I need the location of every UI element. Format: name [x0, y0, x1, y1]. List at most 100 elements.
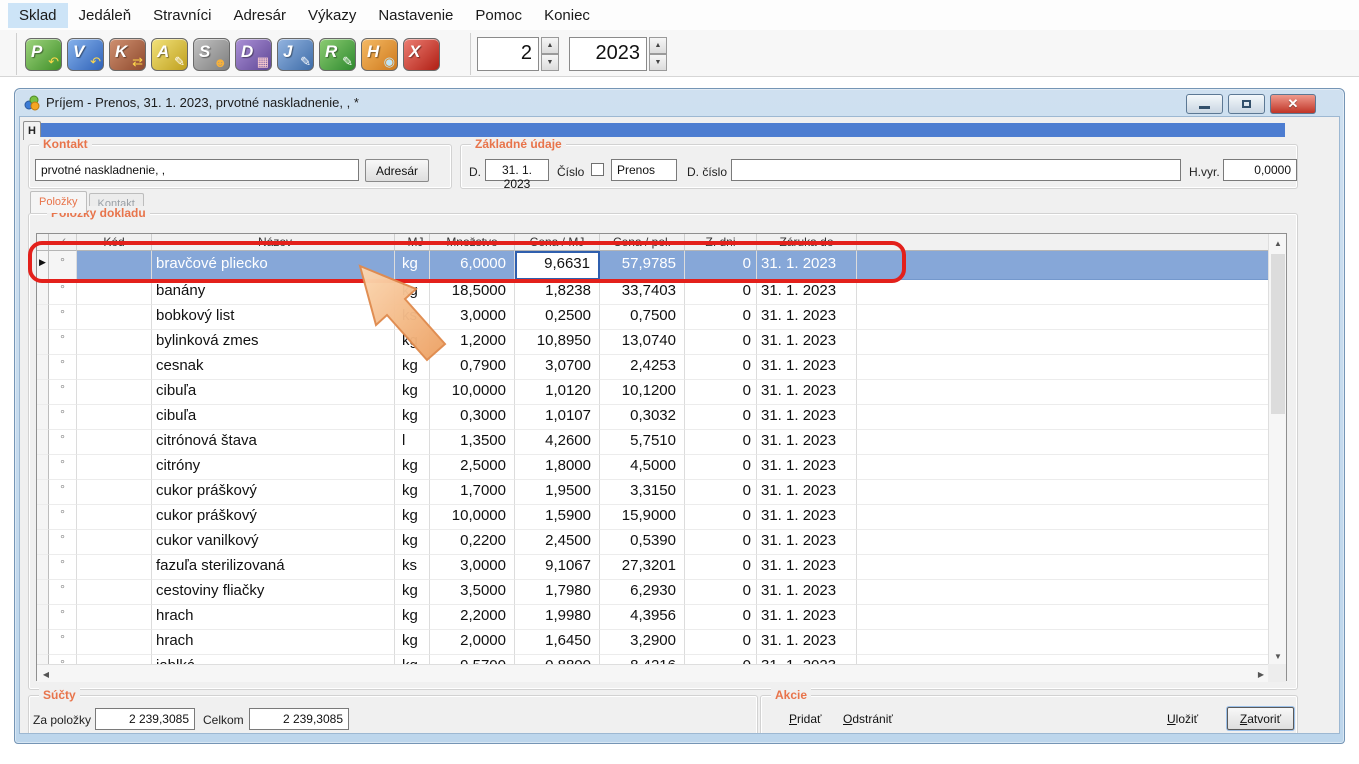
cell-cena-mj[interactable]: 0,8800 [515, 655, 600, 664]
menu-item[interactable]: Stravníci [142, 3, 222, 28]
month-up-icon[interactable]: ▲ [541, 37, 559, 54]
row-check-cell[interactable]: ° [49, 380, 77, 405]
cell-zaruka[interactable]: 31. 1. 2023 [757, 630, 857, 655]
grid-header-z-dni[interactable]: Z. dni [685, 234, 757, 251]
cell-mnozstvo[interactable]: 1,7000 [430, 480, 515, 505]
cell-nazov[interactable]: bylinková zmes [152, 330, 395, 355]
cell-cena-pol[interactable]: 27,3201 [600, 555, 685, 580]
row-check-cell[interactable]: ° [49, 251, 77, 280]
month-input[interactable]: 2 [477, 37, 539, 71]
cell-cena-pol[interactable]: 8,4216 [600, 655, 685, 664]
row-check-cell[interactable]: ° [49, 280, 77, 305]
cell-nazov[interactable]: cestoviny fliačky [152, 580, 395, 605]
scroll-up-icon[interactable]: ▲ [1269, 234, 1287, 251]
toolbar-button[interactable]: A ✎ [151, 38, 188, 71]
cell-kod[interactable] [77, 405, 152, 430]
cell-mj[interactable]: kg [395, 280, 430, 305]
table-row[interactable]: ° fazuľa sterilizovaná ks 3,0000 9,1067 … [37, 555, 1270, 580]
grid-header-nazov[interactable]: Názov [152, 234, 395, 251]
cell-zaruka[interactable]: 31. 1. 2023 [757, 305, 857, 330]
vertical-scroll-thumb[interactable] [1271, 254, 1285, 414]
cell-cena-mj[interactable]: 1,8000 [515, 455, 600, 480]
year-input[interactable]: 2023 [569, 37, 647, 71]
cell-cena-mj[interactable]: 4,2600 [515, 430, 600, 455]
cell-kod[interactable] [77, 355, 152, 380]
cell-zaruka[interactable]: 31. 1. 2023 [757, 505, 857, 530]
cell-cena-pol[interactable]: 4,5000 [600, 455, 685, 480]
cell-mj[interactable]: kg [395, 605, 430, 630]
cell-mnozstvo[interactable]: 0,2200 [430, 530, 515, 555]
cell-nazov[interactable]: hrach [152, 630, 395, 655]
cell-zaruka[interactable]: 31. 1. 2023 [757, 430, 857, 455]
row-check-cell[interactable]: ° [49, 580, 77, 605]
menu-item[interactable]: Koniec [533, 3, 601, 28]
cell-cena-pol[interactable]: 0,3032 [600, 405, 685, 430]
row-check-cell[interactable]: ° [49, 530, 77, 555]
adresar-button[interactable]: Adresár [365, 159, 429, 182]
cell-zaruka[interactable]: 31. 1. 2023 [757, 480, 857, 505]
table-row[interactable]: ° cukor práškový kg 10,0000 1,5900 15,90… [37, 505, 1270, 530]
cell-kod[interactable] [77, 251, 152, 280]
d-cislo-field[interactable] [731, 159, 1181, 181]
table-row[interactable]: ° cesnak kg 0,7900 3,0700 2,4253 0 31. 1… [37, 355, 1270, 380]
toolbar-button[interactable]: D ▦ [235, 38, 272, 71]
cell-zaruka[interactable]: 31. 1. 2023 [757, 530, 857, 555]
cislo-checkbox[interactable] [591, 163, 604, 176]
cell-mj[interactable]: l [395, 430, 430, 455]
cell-mj[interactable]: kg [395, 480, 430, 505]
cell-nazov[interactable]: banány [152, 280, 395, 305]
row-check-cell[interactable]: ° [49, 455, 77, 480]
table-row[interactable]: ° hrach kg 2,0000 1,6450 3,2900 0 31. 1.… [37, 630, 1270, 655]
cell-mnozstvo[interactable]: 6,0000 [430, 251, 515, 280]
cell-kod[interactable] [77, 555, 152, 580]
cell-mj[interactable]: kg [395, 530, 430, 555]
grid-header-kod[interactable]: Kód [77, 234, 152, 251]
zatvorit-button[interactable]: Zatvoriť [1227, 707, 1294, 730]
grid-header-cena-pol[interactable]: Cena / pol. [600, 234, 685, 251]
cell-cena-pol[interactable]: 2,4253 [600, 355, 685, 380]
cell-cena-pol[interactable]: 15,9000 [600, 505, 685, 530]
menu-item[interactable]: Výkazy [297, 3, 367, 28]
cell-zaruka[interactable]: 31. 1. 2023 [757, 405, 857, 430]
cell-z-dni[interactable]: 0 [685, 605, 757, 630]
cell-z-dni[interactable]: 0 [685, 480, 757, 505]
cell-cena-pol[interactable]: 3,2900 [600, 630, 685, 655]
cell-z-dni[interactable]: 0 [685, 630, 757, 655]
toolbar-button[interactable]: S ☻ [193, 38, 230, 71]
toolbar-button[interactable]: R ✎ [319, 38, 356, 71]
cell-mnozstvo[interactable]: 0,3000 [430, 405, 515, 430]
cell-mj[interactable]: kg [395, 455, 430, 480]
toolbar-button[interactable]: X [403, 38, 440, 71]
cell-mj[interactable]: kg [395, 580, 430, 605]
doc-type-field[interactable]: Prenos [611, 159, 677, 181]
cell-cena-mj[interactable]: 3,0700 [515, 355, 600, 380]
toolbar-button[interactable]: K ⇄ [109, 38, 146, 71]
cell-z-dni[interactable]: 0 [685, 455, 757, 480]
cell-kod[interactable] [77, 430, 152, 455]
cell-mj[interactable]: kg [395, 251, 430, 280]
table-row[interactable]: ° cestoviny fliačky kg 3,5000 1,7980 6,2… [37, 580, 1270, 605]
cell-nazov[interactable]: hrach [152, 605, 395, 630]
cell-z-dni[interactable]: 0 [685, 330, 757, 355]
menu-item[interactable]: Jedáleň [68, 3, 143, 28]
cell-z-dni[interactable]: 0 [685, 580, 757, 605]
table-row[interactable]: ° citrónová štava l 1,3500 4,2600 5,7510… [37, 430, 1270, 455]
row-check-cell[interactable]: ° [49, 305, 77, 330]
grid-header-mnozstvo[interactable]: Množstvo [430, 234, 515, 251]
cell-kod[interactable] [77, 480, 152, 505]
menu-item[interactable]: Nastavenie [367, 3, 464, 28]
cell-mj[interactable]: ks [395, 555, 430, 580]
kontakt-input[interactable]: prvotné naskladnenie, , [35, 159, 359, 181]
row-check-cell[interactable]: ° [49, 355, 77, 380]
toolbar-button[interactable]: H ◉ [361, 38, 398, 71]
cell-z-dni[interactable]: 0 [685, 555, 757, 580]
cell-mnozstvo[interactable]: 3,0000 [430, 305, 515, 330]
cell-cena-pol[interactable]: 0,5390 [600, 530, 685, 555]
cell-cena-pol[interactable]: 3,3150 [600, 480, 685, 505]
grid-header-check[interactable]: ✓ [49, 234, 77, 251]
cell-z-dni[interactable]: 0 [685, 355, 757, 380]
cell-mnozstvo[interactable]: 3,5000 [430, 580, 515, 605]
cell-zaruka[interactable]: 31. 1. 2023 [757, 605, 857, 630]
cell-nazov[interactable]: bobkový list [152, 305, 395, 330]
date-field[interactable]: 31. 1. 2023 [485, 159, 549, 181]
